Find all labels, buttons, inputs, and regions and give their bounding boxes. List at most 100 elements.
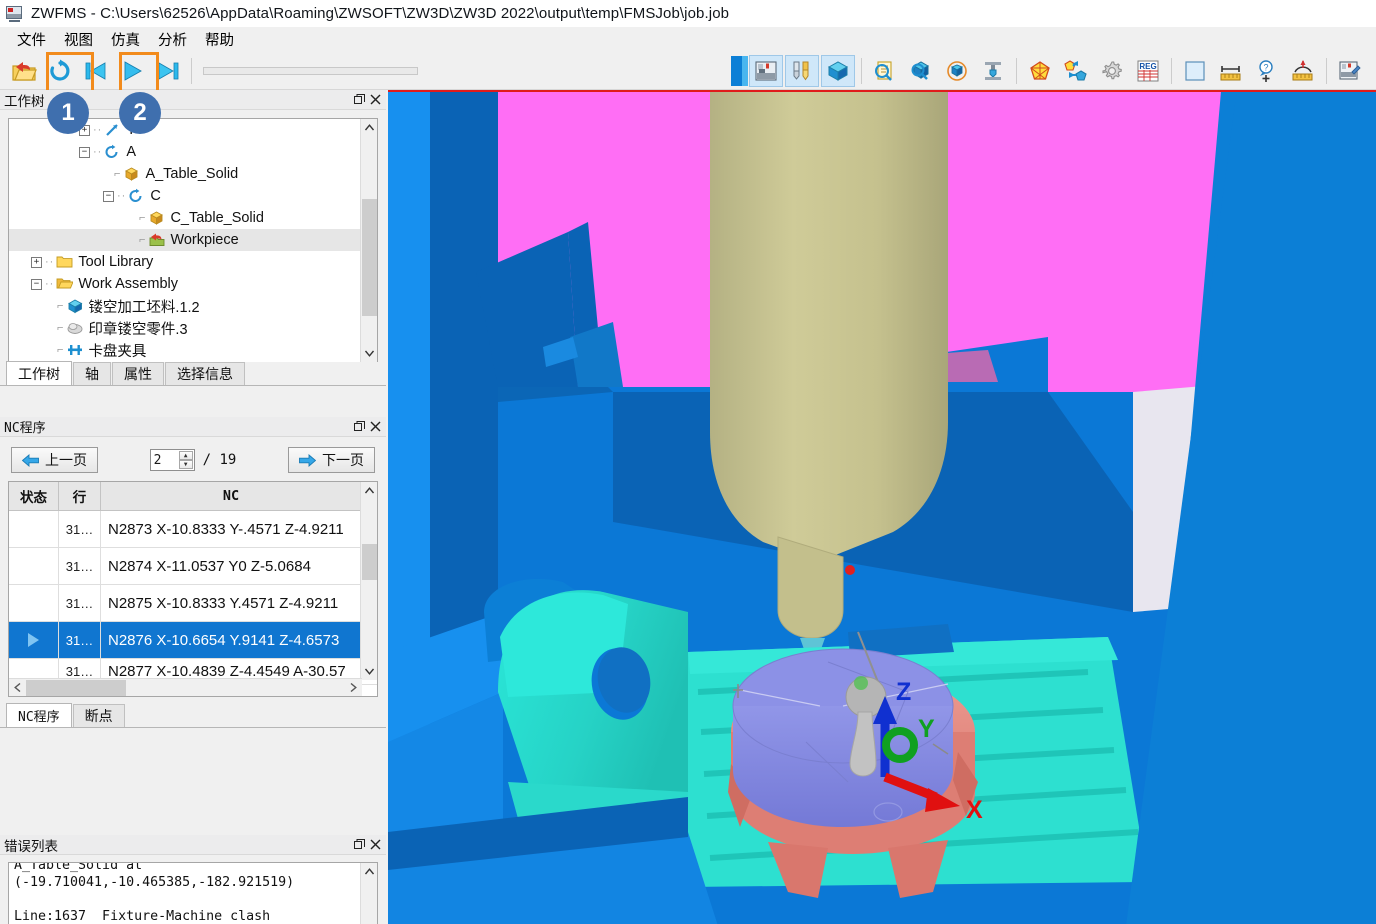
row-line-cell: 31… [59, 622, 101, 658]
float-panel-icon[interactable] [352, 93, 366, 107]
menu-item-analyze[interactable]: 分析 [149, 27, 196, 52]
close-panel-icon[interactable] [368, 838, 382, 852]
menu-item-help[interactable]: 帮助 [196, 27, 243, 52]
tree-item-label: C_Table_Solid [170, 210, 264, 226]
tree-item-label: Workpiece [170, 232, 239, 248]
machine-view-button[interactable] [749, 54, 783, 87]
settings-gear-button[interactable] [1095, 55, 1129, 87]
probe-green-indicator [854, 676, 868, 690]
float-panel-icon[interactable] [352, 420, 366, 434]
inspect-solid-icon [911, 60, 930, 80]
tab-nc-program[interactable]: NC程序 [6, 703, 72, 727]
table-row[interactable]: 31… N2873 X-10.8333 Y-.4571 Z-4.9211 [9, 511, 377, 548]
menu-item-file[interactable]: 文件 [8, 27, 55, 52]
scroll-left-icon[interactable] [9, 679, 26, 696]
reset-simulation-button[interactable] [43, 55, 77, 87]
tree-item[interactable]: ⌐ 镂空加工坯料.1.2 [9, 295, 361, 317]
prev-page-button[interactable]: 上一页 [11, 447, 98, 473]
reset-simulation-icon [50, 59, 70, 81]
work-tree-view[interactable]: +·· Y −·· A ⌐ A_Table_Solid [8, 118, 378, 363]
next-page-button[interactable]: 下一页 [288, 447, 375, 473]
fast-forward-icon [158, 61, 179, 80]
measure-angle-button[interactable] [1286, 55, 1320, 87]
scroll-up-icon[interactable] [361, 119, 377, 136]
inspect-solid-button[interactable] [904, 55, 938, 87]
close-panel-icon[interactable] [368, 420, 382, 434]
progress-end-marker [731, 55, 742, 86]
tree-expander[interactable]: − [103, 190, 114, 202]
scroll-up-icon[interactable] [361, 482, 377, 499]
toolbar-separator-2 [861, 57, 862, 84]
nc-table-vertical-scrollbar[interactable] [360, 482, 377, 680]
blank-view-button[interactable] [1178, 55, 1212, 87]
scrollbar-thumb[interactable] [362, 199, 377, 316]
menu-item-view[interactable]: 视图 [55, 27, 102, 52]
nc-table-horizontal-scrollbar[interactable] [9, 678, 362, 696]
scrollbar-thumb[interactable] [26, 679, 126, 696]
tree-expander[interactable]: + [31, 256, 42, 268]
tree-item[interactable]: − ·· C [9, 185, 361, 207]
scrollbar-thumb[interactable] [362, 544, 377, 580]
tab-work-tree[interactable]: 工作树 [6, 361, 72, 385]
tree-item-fixture[interactable]: ⌐ 卡盘夹具 [9, 339, 361, 361]
tree-expander[interactable]: − [31, 278, 42, 290]
tool-view-button[interactable] [785, 54, 819, 87]
clash-marker-dot [845, 565, 855, 575]
measure-query-icon: ? [1259, 59, 1273, 82]
simulation-progress-bar[interactable] [203, 66, 418, 75]
step-back-button[interactable] [79, 55, 113, 87]
page-number-input[interactable]: 2 ▲ ▼ [149, 449, 195, 471]
simulation-viewport[interactable]: Z X Y [388, 90, 1376, 924]
nc-program-table[interactable]: 状态 行 NC 31… N2873 X-10.8333 Y-.4571 Z-4.… [8, 481, 378, 697]
compare-transfer-button[interactable] [1059, 55, 1093, 87]
row-state-cell [9, 548, 59, 584]
fast-forward-button[interactable] [151, 55, 185, 87]
measure-distance-button[interactable] [1214, 55, 1248, 87]
error-list-textarea[interactable]: A_Table_Solid at (-19.710041,-10.465385,… [8, 862, 378, 924]
step-back-icon [85, 61, 106, 80]
tree-item[interactable]: ⌐ 印章镂空零件.3 [9, 317, 361, 339]
tree-item-work-assembly[interactable]: − ·· Work Assembly [9, 273, 361, 295]
scroll-down-icon[interactable] [361, 345, 377, 362]
table-row-selected[interactable]: 31… N2876 X-10.6654 Y.9141 Z-4.6573 [9, 622, 377, 659]
tree-expander[interactable]: − [79, 146, 90, 158]
tree-item[interactable]: ⌐ A_Table_Solid [9, 163, 361, 185]
machine-config-button[interactable] [1333, 55, 1367, 87]
table-row[interactable]: 31… N2875 X-10.8333 Y.4571 Z-4.9211 [9, 585, 377, 622]
progress-end-marker-light [742, 55, 748, 86]
measure-query-button[interactable]: ? [1250, 55, 1284, 87]
close-panel-icon[interactable] [368, 93, 382, 107]
machine-setup-button[interactable] [976, 55, 1010, 87]
work-tree-scrollbar[interactable] [360, 119, 377, 362]
play-simulation-button[interactable] [115, 55, 149, 87]
float-panel-icon[interactable] [352, 838, 366, 852]
work-tree-rows: +·· Y −·· A ⌐ A_Table_Solid [9, 119, 361, 361]
error-list-scrollbar[interactable] [360, 863, 377, 924]
tree-item-tool-library[interactable]: + ·· Tool Library [9, 251, 361, 273]
page-total-label: / 19 [202, 452, 237, 468]
collision-check-button[interactable] [940, 55, 974, 87]
inspect-document-button[interactable] [868, 55, 902, 87]
register-button[interactable]: REG [1131, 55, 1165, 87]
tab-properties[interactable]: 属性 [112, 362, 164, 385]
scroll-down-icon[interactable] [361, 663, 377, 680]
tool-view-icon [793, 61, 809, 80]
axis-x-label: X [966, 796, 983, 824]
tree-item[interactable]: ⌐ C_Table_Solid [9, 207, 361, 229]
settings-gear-icon [1102, 60, 1122, 79]
table-row[interactable]: 31… N2874 X-11.0537 Y0 Z-5.0684 [9, 548, 377, 585]
tree-item[interactable]: − ·· A [9, 141, 361, 163]
scroll-up-icon[interactable] [361, 863, 377, 880]
tree-item-workpiece[interactable]: ⌐ Workpiece [9, 229, 361, 251]
app-window-icon [6, 5, 23, 22]
tab-axis[interactable]: 轴 [73, 362, 111, 385]
page-spinner[interactable]: ▲ ▼ [178, 451, 193, 469]
tab-selection-info[interactable]: 选择信息 [165, 362, 245, 385]
scroll-right-icon[interactable] [345, 679, 362, 696]
stock-compare-button[interactable] [1023, 55, 1057, 87]
register-icon: REG [1137, 60, 1159, 81]
stock-view-button[interactable] [821, 54, 855, 87]
menu-item-simulate[interactable]: 仿真 [102, 27, 149, 52]
tab-breakpoints[interactable]: 断点 [72, 704, 125, 727]
open-file-button[interactable] [7, 55, 41, 87]
